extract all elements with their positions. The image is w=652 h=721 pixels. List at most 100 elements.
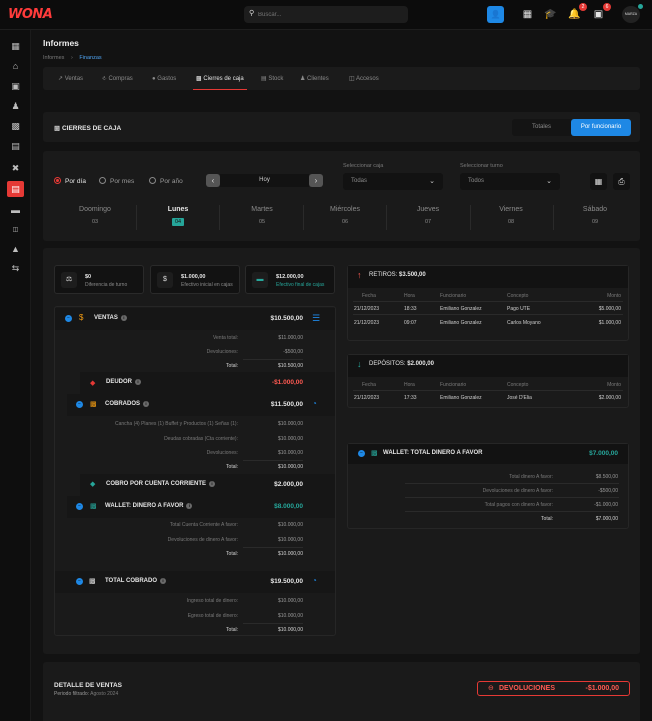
transfer-icon[interactable]: ⇆ <box>7 260 24 276</box>
breadcrumb-informes[interactable]: Informes <box>43 55 64 61</box>
next-date-button[interactable]: › <box>309 174 323 187</box>
wallet-favor-title: WALLET: DINERO A FAVOR i <box>105 503 193 509</box>
detail-label: Total: <box>226 464 238 470</box>
radio-por-dia[interactable]: Por día <box>54 177 86 185</box>
card-icon[interactable]: ▬ <box>7 202 24 218</box>
home-icon[interactable]: ⌂ <box>7 58 24 74</box>
info-icon[interactable]: i <box>120 315 127 321</box>
breadcrumb-finanzas[interactable]: Finanzas <box>79 55 101 61</box>
cobro-cc-amount: $2.000,00 <box>274 481 303 488</box>
collapse-ventas-icon[interactable]: − <box>65 315 72 322</box>
briefcase-icon[interactable]: ▤ <box>7 138 24 154</box>
search-input[interactable] <box>258 8 398 21</box>
cell: 17:33 <box>404 395 417 401</box>
retiros-title-text: RETIROS: <box>369 272 398 278</box>
gate-icon[interactable]: ◫ <box>7 222 24 238</box>
radio-por-mes[interactable]: Por mes <box>99 177 134 185</box>
toggle-totales[interactable]: Totales <box>512 119 571 136</box>
detail-value: $10.000,00 <box>277 450 303 456</box>
tab-ventas[interactable]: ↗ Ventas <box>58 67 83 90</box>
day-divider <box>470 205 471 230</box>
reports-icon[interactable]: ▤ <box>7 181 24 197</box>
pie-chart-icon[interactable]: ◔ <box>312 399 317 408</box>
info-icon[interactable]: i <box>160 578 166 584</box>
cell: Emiliano Gonzalez <box>440 306 482 312</box>
info-icon[interactable]: i <box>143 401 150 407</box>
day-thursday[interactable]: Jueves 07 <box>398 206 458 225</box>
collapse-wallet-icon[interactable]: − <box>76 503 83 510</box>
cell: $2.000,00 <box>598 395 621 401</box>
stat-value: $0 <box>85 274 92 280</box>
dollar-icon: $ <box>157 272 173 288</box>
turno-select[interactable]: Todos ⌄ <box>460 173 560 190</box>
sidebar: ▦ ⌂ ▣ ♟ ▩ ▤ ✖ ▤ ▬ ◫ ▲ ⇆ <box>0 30 31 721</box>
calendar-icon[interactable]: ▦ <box>519 6 536 23</box>
divider <box>243 623 303 624</box>
brand-logo[interactable]: WONA <box>8 7 53 22</box>
cell: José D'Elia <box>507 395 532 401</box>
stat-efectivo-final: ▬ $12.000,00 Efectivo final de cajas <box>245 265 335 294</box>
users-icon: ♟ <box>300 76 308 82</box>
ventas-title-text: VENTAS <box>94 315 118 321</box>
day-friday[interactable]: Viernes 08 <box>481 206 541 225</box>
top-bar: WONA ⚲ 👤 ▦ 🎓 🔔2 ▣6 MARZA <box>0 0 652 30</box>
day-number: 09 <box>591 219 599 225</box>
avatar[interactable]: MARZA <box>622 6 640 23</box>
tab-clientes[interactable]: ♟ Clientes <box>300 67 329 90</box>
tools-icon[interactable]: ✖ <box>7 160 24 176</box>
collapse-total-icon[interactable]: − <box>76 578 83 585</box>
balance-icon: ⚖ <box>61 272 77 288</box>
graduation-icon[interactable]: 🎓 <box>542 6 559 23</box>
day-tuesday[interactable]: Martes 05 <box>232 206 292 225</box>
tab-gastos[interactable]: ● Gastos <box>152 67 176 90</box>
chart-icon: ↗ <box>58 76 65 82</box>
collapse-cobrados-icon[interactable]: − <box>76 401 83 408</box>
stat-label: Efectivo inicial en cajas <box>181 282 233 288</box>
caja-select[interactable]: Todas ⌄ <box>343 173 443 190</box>
tab-cierres-de-caja[interactable]: ▩ Cierres de caja <box>193 67 247 90</box>
info-icon[interactable]: i <box>186 503 193 509</box>
search-box[interactable]: ⚲ <box>244 6 408 23</box>
add-user-icon[interactable]: 👤 <box>487 6 504 23</box>
divider <box>353 390 623 391</box>
tab-stock[interactable]: ▤ Stock <box>261 67 283 90</box>
day-sunday[interactable]: Doomingo 03 <box>65 206 125 225</box>
pie-chart-icon[interactable]: ◔ <box>312 576 317 585</box>
date-display: Hoy <box>220 174 309 187</box>
detail-label: Total dinero A favor: <box>509 474 553 480</box>
dashboard-icon[interactable]: ▦ <box>7 38 24 54</box>
chevron-down-icon: ⌄ <box>546 178 552 185</box>
info-icon[interactable]: i <box>135 379 142 385</box>
users-icon[interactable]: ♟ <box>7 98 24 114</box>
cobro-cc-title: COBRO POR CUENTA CORRIENTE i <box>106 481 216 487</box>
cell: Emiliano Gonzalez <box>440 320 482 326</box>
cell: Emiliano Gonzalez <box>440 395 482 401</box>
graduation-icon[interactable]: ▲ <box>7 241 24 257</box>
detail-label: Ingreso total de dinero: <box>186 598 238 604</box>
prev-date-button[interactable]: ‹ <box>206 174 220 187</box>
tab-label: Accesos <box>356 76 379 82</box>
register-icon[interactable]: ▩ <box>7 118 24 134</box>
day-saturday[interactable]: Sábado 09 <box>565 206 625 225</box>
calendar-icon[interactable]: ▣ <box>7 78 24 94</box>
collapse-wallet-total-icon[interactable]: − <box>358 450 365 457</box>
print-button[interactable]: ⎙ <box>613 173 630 190</box>
tab-compras[interactable]: ⎀ Compras <box>102 67 133 90</box>
toggle-por-funcionario[interactable]: Por funcionario <box>571 119 631 136</box>
day-monday[interactable]: Lunes 04 <box>148 206 208 226</box>
id-card-icon[interactable]: ▣ 6 <box>590 3 611 23</box>
day-wednesday[interactable]: Miércoles 06 <box>315 206 375 225</box>
detail-label: Total: <box>226 363 238 369</box>
export-file-button[interactable]: ▦ <box>590 173 607 190</box>
tab-accesos[interactable]: ◫ Accesos <box>349 67 379 90</box>
devoluciones-badge[interactable]: ⊖ DEVOLUCIONES -$1.000,00 <box>477 681 630 696</box>
turno-label: Seleccionar turno <box>460 163 503 169</box>
info-icon[interactable]: i <box>209 481 216 487</box>
day-name: Viernes <box>499 206 523 213</box>
bell-icon[interactable]: 🔔 2 <box>566 3 587 23</box>
cell: $1.000,00 <box>598 320 621 326</box>
depositos-title: DEPÓSITOS: $2.000,00 <box>369 361 434 367</box>
day-divider <box>219 205 220 230</box>
radio-por-ano[interactable]: Por año <box>149 177 183 185</box>
list-icon[interactable]: ☰ <box>312 313 320 324</box>
